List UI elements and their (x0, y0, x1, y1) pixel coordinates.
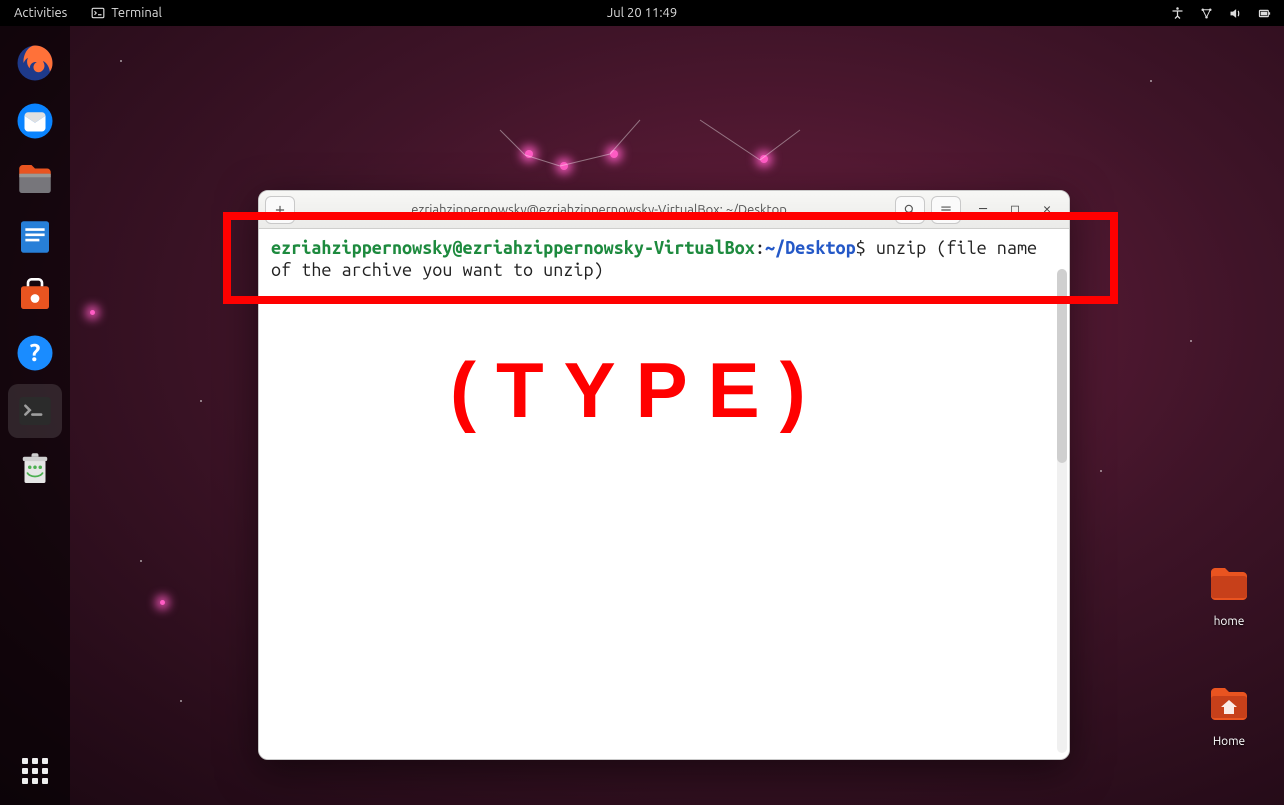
prompt-path: ~/Desktop (765, 238, 856, 258)
maximize-button[interactable]: □ (1007, 202, 1023, 218)
window-title: ezriahzippernowsky@ezriahzippernowsky-Vi… (303, 203, 895, 217)
show-applications-button[interactable] (11, 747, 59, 795)
minimize-button[interactable]: ─ (975, 202, 991, 218)
search-icon (903, 203, 917, 217)
terminal-body[interactable]: ezriahzippernowsky@ezriahzippernowsky-Vi… (259, 229, 1069, 759)
close-button[interactable]: ✕ (1039, 202, 1055, 218)
accessibility-icon (1170, 6, 1185, 21)
dock-terminal[interactable] (8, 384, 62, 438)
firefox-icon (14, 42, 56, 84)
status-area[interactable] (1170, 6, 1284, 21)
topbar-app-indicator[interactable]: Terminal (81, 6, 172, 20)
plus-icon (273, 203, 287, 217)
clock[interactable]: Jul 20 11:49 (607, 6, 677, 20)
writer-icon (14, 216, 56, 258)
dock: ? (0, 26, 70, 805)
dock-thunderbird[interactable] (8, 94, 62, 148)
prompt-user: ezriahzippernowsky@ezriahzippernowsky-Vi… (271, 238, 755, 258)
battery-icon (1257, 6, 1272, 21)
hamburger-icon (939, 203, 953, 217)
dock-help[interactable]: ? (8, 326, 62, 380)
apps-grid-icon (22, 758, 48, 784)
window-titlebar[interactable]: ezriahzippernowsky@ezriahzippernowsky-Vi… (259, 191, 1069, 229)
scrollbar[interactable] (1057, 269, 1067, 753)
menu-button[interactable] (931, 196, 961, 224)
desktop-icon-label: Home (1194, 735, 1264, 748)
dock-firefox[interactable] (8, 36, 62, 90)
volume-icon (1228, 6, 1243, 21)
prompt-sigil: $ (856, 238, 876, 258)
help-icon: ? (14, 332, 56, 374)
folder-icon (1205, 560, 1253, 608)
search-button[interactable] (895, 196, 925, 224)
dock-writer[interactable] (8, 210, 62, 264)
scrollbar-thumb[interactable] (1057, 269, 1067, 463)
new-tab-button[interactable] (265, 196, 295, 224)
dock-files[interactable] (8, 152, 62, 206)
files-icon (14, 158, 56, 200)
desktop-icon-home-folder[interactable]: home (1194, 560, 1264, 628)
prompt-sep: : (755, 238, 765, 258)
thunderbird-icon (14, 100, 56, 142)
terminal-icon (14, 390, 56, 432)
top-bar: Activities Terminal Jul 20 11:49 (0, 0, 1284, 26)
dock-software[interactable] (8, 268, 62, 322)
terminal-window: ezriahzippernowsky@ezriahzippernowsky-Vi… (258, 190, 1070, 760)
svg-text:?: ? (30, 338, 41, 366)
topbar-app-label: Terminal (111, 6, 162, 20)
desktop-icon-label: home (1194, 615, 1264, 628)
activities-button[interactable]: Activities (0, 6, 81, 20)
folder-home-icon (1205, 680, 1253, 728)
terminal-small-icon (91, 6, 105, 20)
dock-trash[interactable] (8, 442, 62, 496)
desktop-icon-home[interactable]: Home (1194, 680, 1264, 748)
network-icon (1199, 6, 1214, 21)
software-icon (14, 274, 56, 316)
trash-icon (14, 448, 56, 490)
